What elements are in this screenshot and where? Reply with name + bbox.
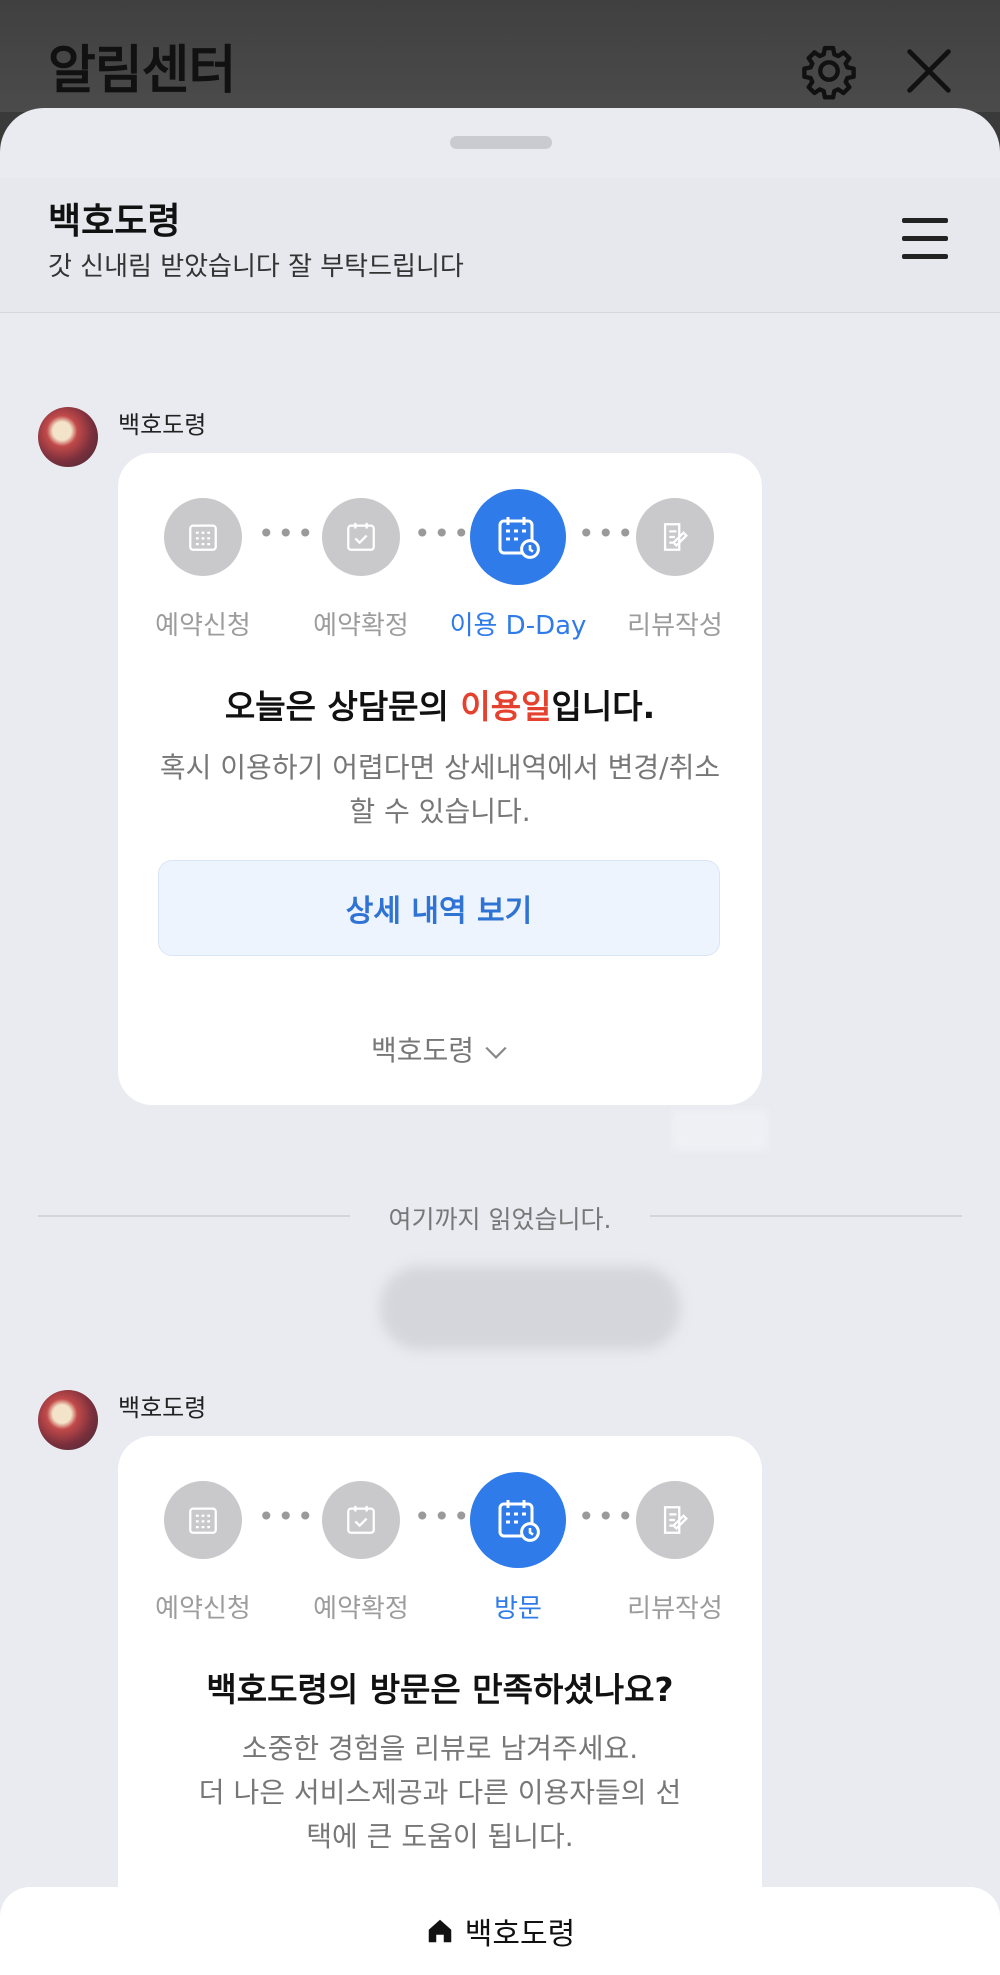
progress-steps: ••• ••• ••• 예약신청 예약확정 방문 리뷰작성	[118, 1436, 762, 1636]
blurred-date-chip	[380, 1266, 680, 1350]
blurred-timestamp	[672, 1110, 768, 1150]
calendar-clock-icon	[470, 1472, 566, 1568]
home-icon	[428, 1919, 452, 1943]
chat-subtitle: 갓 신내림 받았습니다 잘 부탁드립니다	[48, 252, 464, 282]
step-dots: •••	[258, 1500, 317, 1533]
review-write-icon	[636, 498, 714, 576]
bottom-bar[interactable]: 백호도령	[0, 1887, 1000, 1975]
step-label: 리뷰작성	[627, 1594, 723, 1624]
card-footer[interactable]: 백호도령	[118, 1029, 762, 1069]
close-icon[interactable]	[900, 42, 958, 100]
calendar-check-icon	[322, 498, 400, 576]
step-label: 예약신청	[155, 611, 251, 641]
chat-header: 백호도령 갓 신내림 받았습니다 잘 부탁드립니다	[0, 178, 1000, 313]
hamburger-menu-icon[interactable]	[902, 218, 948, 260]
gear-icon[interactable]	[800, 42, 858, 100]
step-label: 예약신청	[155, 1594, 251, 1624]
progress-steps: ••• ••• ••• 예약신청 예약확정 이용 D-Day 리뷰작성	[118, 453, 762, 653]
calendar-check-icon	[322, 1481, 400, 1559]
card-title: 백호도령의 방문은 만족하셨나요?	[206, 1670, 674, 1709]
view-details-button[interactable]: 상세 내역 보기	[158, 860, 720, 956]
step-label: 예약확정	[313, 611, 409, 641]
step-dots: •••	[258, 517, 317, 550]
card-footer-label: 백호도령	[371, 1034, 475, 1067]
step-dots: •••	[578, 517, 637, 550]
step-dots: •••	[414, 1500, 473, 1533]
step-dots: •••	[578, 1500, 637, 1533]
page-title: 알림센터	[48, 41, 236, 101]
sheet-drag-handle[interactable]	[450, 136, 552, 149]
step-label-active: 이용 D-Day	[449, 611, 587, 641]
notification-sheet: 백호도령 갓 신내림 받았습니다 잘 부탁드립니다 백호도령 ••• ••• •…	[0, 108, 1000, 1975]
calendar-clock-icon	[470, 489, 566, 585]
sender-name: 백호도령	[118, 1394, 207, 1422]
bottom-bar-label: 백호도령	[464, 1917, 576, 1952]
review-write-icon	[636, 1481, 714, 1559]
avatar[interactable]	[38, 407, 98, 467]
step-label: 리뷰작성	[627, 611, 723, 641]
calendar-grid-icon	[164, 498, 242, 576]
card-description: 혹시 이용하기 어렵다면 상세내역에서 변경/취소할 수 있습니다.	[159, 751, 721, 828]
step-label-active: 방문	[494, 1594, 542, 1624]
calendar-grid-icon	[164, 1481, 242, 1559]
highlight-text: 이용일	[460, 687, 552, 726]
card-description: 소중한 경험을 리뷰로 남겨주세요. 더 나은 서비스제공과 다른 이용자들의 …	[198, 1732, 682, 1853]
message-card: ••• ••• ••• 예약신청 예약확정 이용 D-Day 리뷰작성 오늘은 …	[118, 453, 762, 1105]
sender-name: 백호도령	[118, 411, 207, 439]
top-bar: 알림센터	[0, 0, 1000, 112]
card-title: 오늘은 상담문의 이용일입니다.	[224, 687, 656, 726]
chevron-down-icon	[485, 1046, 507, 1059]
step-dots: •••	[414, 517, 473, 550]
step-label: 예약확정	[313, 1594, 409, 1624]
read-divider-text: 여기까지 읽었습니다.	[350, 1200, 650, 1236]
avatar[interactable]	[38, 1390, 98, 1450]
chat-name: 백호도령	[48, 201, 181, 242]
